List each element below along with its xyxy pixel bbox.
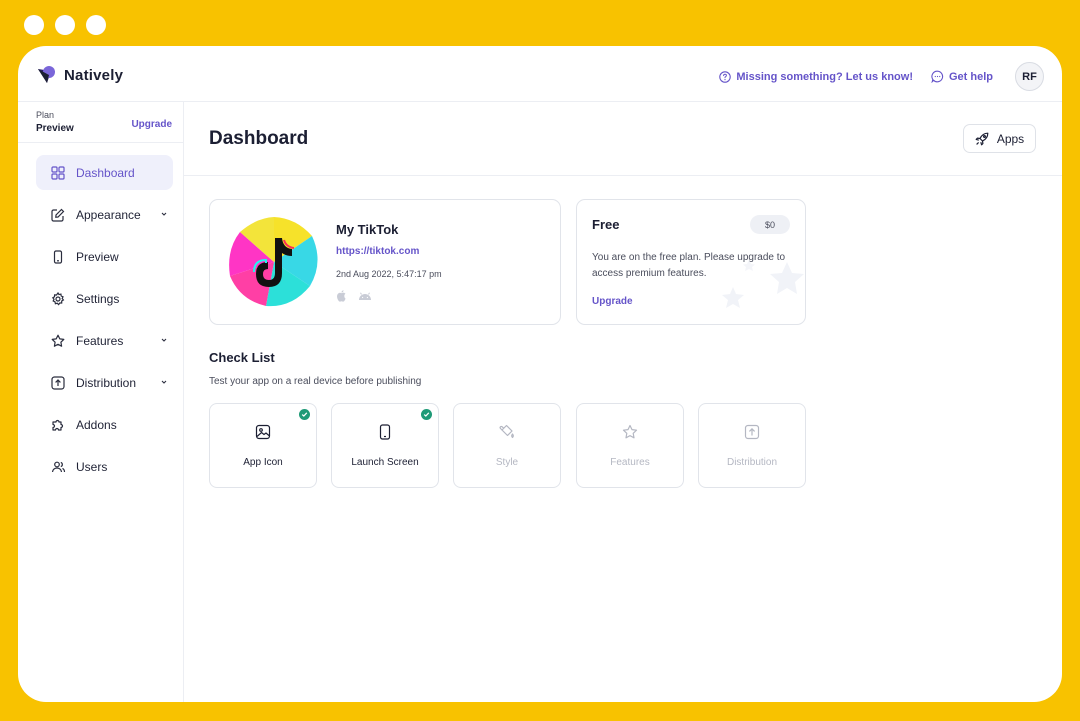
- edit-icon: [50, 207, 66, 223]
- checklist-icon-wrap: [210, 424, 316, 440]
- checklist-item-label: Features: [610, 457, 650, 468]
- puzzle-icon: [50, 417, 66, 433]
- grid-icon: [50, 165, 66, 181]
- checklist-title: Check List: [209, 350, 275, 365]
- gear-icon: [50, 291, 66, 307]
- star-icon: [50, 333, 66, 349]
- missing-something-label: Missing something? Let us know!: [736, 70, 913, 83]
- divider: [18, 142, 183, 143]
- natively-logo-icon: [38, 66, 55, 83]
- user-avatar[interactable]: RF: [1015, 62, 1044, 91]
- platform-icons: [336, 289, 372, 302]
- sidebar-item-features[interactable]: Features: [36, 323, 173, 358]
- upload-icon: [50, 375, 66, 391]
- top-bar: Natively Missing something? Let us know!: [18, 46, 1062, 102]
- decorative-stars-icon: [722, 260, 804, 308]
- sidebar-item-distribution[interactable]: Distribution: [36, 365, 173, 400]
- tiktok-app-logo: [227, 215, 321, 309]
- sidebar-item-label: Settings: [76, 291, 120, 306]
- question-circle-icon: [719, 70, 732, 83]
- app-date: 2nd Aug 2022, 5:47:17 pm: [336, 269, 442, 279]
- sidebar-item-dashboard[interactable]: Dashboard: [36, 155, 173, 190]
- page-header: Dashboard Apps: [184, 102, 1062, 176]
- app-card[interactable]: My TikTok https://tiktok.com 2nd Aug 202…: [209, 199, 561, 325]
- plan-upgrade-link[interactable]: Upgrade: [592, 296, 633, 307]
- checklist-icon-wrap: [577, 424, 683, 440]
- app-name: My TikTok: [336, 222, 399, 237]
- checklist-icon-wrap: [454, 424, 560, 440]
- checklist-icon-wrap: [699, 424, 805, 440]
- phone-icon: [379, 424, 391, 440]
- sidebar: Plan Preview Upgrade Dashboard Appearanc…: [18, 102, 184, 702]
- window-controls: [24, 15, 106, 35]
- sidebar-item-label: Distribution: [76, 375, 137, 390]
- sidebar-upgrade-link[interactable]: Upgrade: [131, 119, 172, 130]
- app-url-link[interactable]: https://tiktok.com: [336, 246, 419, 257]
- sidebar-item-label: Appearance: [76, 207, 141, 222]
- sidebar-item-label: Preview: [76, 249, 119, 264]
- plan-section: Plan Preview Upgrade: [36, 110, 172, 140]
- sidebar-item-label: Addons: [76, 417, 117, 432]
- checklist-item-label: Style: [495, 457, 519, 468]
- checklist-icon-wrap: [332, 424, 438, 440]
- checklist-item-style[interactable]: Style: [453, 403, 561, 488]
- users-icon: [50, 459, 66, 475]
- checklist-subtitle: Test your app on a real device before pu…: [209, 376, 422, 387]
- paint-bucket-icon: [499, 424, 514, 439]
- checklist-item-label: App Icon: [243, 457, 283, 468]
- chevron-down-icon[interactable]: [159, 377, 169, 387]
- get-help-label: Get help: [948, 70, 993, 83]
- image-icon: [255, 424, 271, 440]
- apps-button-label: Apps: [996, 131, 1025, 146]
- phone-icon: [50, 249, 66, 265]
- checklist-item-features[interactable]: Features: [576, 403, 684, 488]
- checklist-item-label: Launch Screen: [351, 457, 419, 468]
- window-dot-minimize[interactable]: [55, 15, 75, 35]
- apple-icon: [337, 290, 346, 302]
- sidebar-item-label: Users: [76, 459, 108, 474]
- upload-icon: [744, 424, 760, 440]
- rocket-icon: [975, 132, 989, 145]
- checklist-item-distribution[interactable]: Distribution: [698, 403, 806, 488]
- plan-card: Free $0 You are on the free plan. Please…: [576, 199, 806, 325]
- plan-price-badge: $0: [750, 215, 790, 234]
- sidebar-item-users[interactable]: Users: [36, 449, 173, 484]
- check-done-icon: [421, 409, 432, 420]
- chevron-down-icon[interactable]: [159, 209, 169, 219]
- checklist-item-launch-screen[interactable]: Launch Screen: [331, 403, 439, 488]
- apps-button[interactable]: Apps: [963, 124, 1036, 153]
- missing-something-link[interactable]: Missing something? Let us know!: [719, 71, 913, 83]
- sidebar-item-label: Features: [76, 333, 124, 348]
- app-window: Natively Missing something? Let us know!: [18, 46, 1062, 702]
- get-help-link[interactable]: Get help: [931, 70, 993, 83]
- window-dot-close[interactable]: [24, 15, 44, 35]
- sidebar-item-settings[interactable]: Settings: [36, 281, 173, 316]
- brand[interactable]: Natively: [36, 65, 123, 85]
- chevron-down-icon[interactable]: [159, 335, 169, 345]
- checklist-item-label: Distribution: [726, 457, 778, 468]
- check-done-icon: [299, 409, 310, 420]
- sidebar-item-label: Dashboard: [76, 165, 135, 180]
- sidebar-item-preview[interactable]: Preview: [36, 239, 173, 274]
- sidebar-item-addons[interactable]: Addons: [36, 407, 173, 442]
- plan-card-title: Free: [592, 217, 620, 232]
- page-title: Dashboard: [209, 128, 309, 149]
- chat-bubble-icon: [931, 70, 944, 83]
- brand-name: Natively: [64, 66, 124, 84]
- checklist-item-app-icon[interactable]: App Icon: [209, 403, 317, 488]
- star-icon: [622, 424, 638, 439]
- sidebar-item-appearance[interactable]: Appearance: [36, 197, 173, 232]
- window-dot-maximize[interactable]: [86, 15, 106, 35]
- top-actions: Missing something? Let us know! Get help…: [719, 62, 1044, 91]
- android-icon: [359, 292, 371, 300]
